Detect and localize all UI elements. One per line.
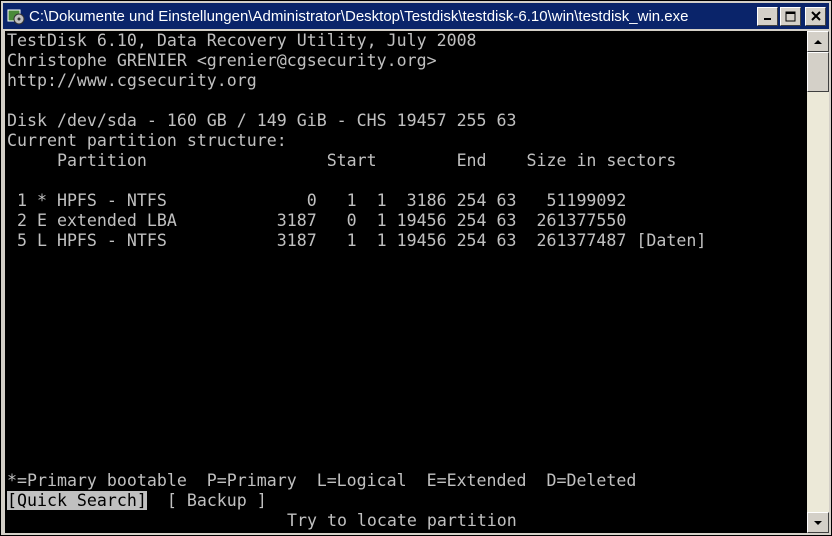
minimize-icon (763, 18, 771, 20)
title-buttons (757, 6, 826, 26)
header-line-title: TestDisk 6.10, Data Recovery Utility, Ju… (7, 31, 477, 50)
title-bar[interactable]: C:\Dokumente und Einstellungen\Administr… (3, 3, 829, 29)
header-line-url: http://www.cgsecurity.org (7, 71, 257, 90)
minimize-button[interactable] (757, 6, 778, 26)
maximize-icon (785, 11, 796, 21)
legend-line: *=Primary bootable P=Primary L=Logical E… (7, 471, 637, 490)
close-button[interactable] (805, 6, 826, 26)
close-icon (810, 11, 821, 21)
scroll-down-button[interactable] (807, 512, 829, 533)
partition-row[interactable]: 1 * HPFS - NTFS 0 1 1 3186 254 63 511990… (7, 191, 626, 211)
scroll-thumb[interactable] (807, 52, 829, 92)
table-header: Partition Start End Size in sectors (7, 151, 677, 170)
window-title: C:\Dokumente und Einstellungen\Administr… (29, 7, 689, 25)
quick-search-option[interactable]: [Quick Search] (7, 491, 147, 510)
scroll-down-arrow-icon (814, 520, 822, 525)
testdisk-app-icon (7, 9, 25, 25)
hint-line: Try to locate partition (287, 511, 517, 530)
scroll-up-button[interactable] (807, 31, 829, 52)
structure-label: Current partition structure: (7, 131, 287, 150)
vertical-scrollbar[interactable] (807, 31, 829, 533)
maximize-button[interactable] (780, 6, 801, 26)
partition-row[interactable]: 5 L HPFS - NTFS 3187 1 1 19456 254 63 26… (7, 231, 706, 251)
header-line-author: Christophe GRENIER <grenier@cgsecurity.o… (7, 51, 437, 70)
partition-row[interactable]: 2 E extended LBA 3187 0 1 19456 254 63 2… (7, 211, 626, 231)
backup-option[interactable]: [ Backup ] (167, 491, 267, 510)
disk-info: Disk /dev/sda - 160 GB / 149 GiB - CHS 1… (7, 111, 517, 130)
scroll-up-arrow-icon (814, 39, 822, 44)
console-output[interactable]: TestDisk 6.10, Data Recovery Utility, Ju… (5, 31, 807, 533)
menu-line: [Quick Search] [ Backup ] (7, 491, 267, 511)
testdisk-window: C:\Dokumente und Einstellungen\Administr… (0, 0, 832, 536)
